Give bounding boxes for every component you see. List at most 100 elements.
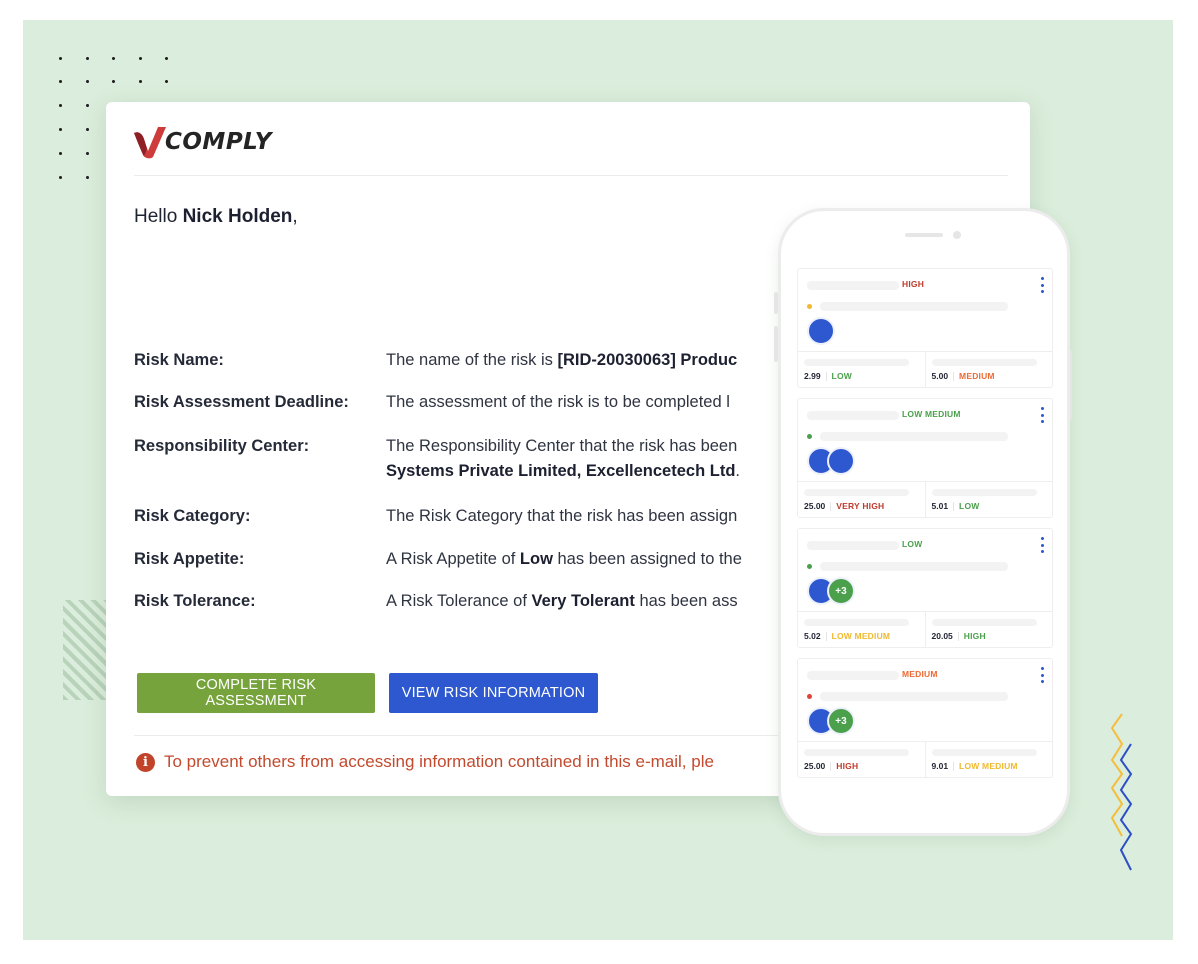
status-dot xyxy=(807,304,812,309)
risk-level-badge: MEDIUM xyxy=(902,669,938,679)
row-value: The Risk Category that the risk has been… xyxy=(386,507,738,525)
row-label: Risk Appetite: xyxy=(134,550,245,568)
placeholder-subtitle-bar xyxy=(820,302,1008,311)
metric-score: 9.01 xyxy=(931,761,949,771)
risk-card[interactable]: MEDIUM +3 25.00 HIGH 9.01 LOW MEDIUM xyxy=(797,658,1053,778)
row-assessment-deadline: Risk Assessment Deadline: The assessment… xyxy=(134,390,730,415)
decoration-dot xyxy=(59,176,62,179)
row-responsibility-center: Responsibility Center: The Responsibilit… xyxy=(134,434,740,484)
recipient-name: Nick Holden xyxy=(182,206,293,227)
decoration-dot xyxy=(86,176,89,179)
placeholder-subtitle-bar xyxy=(820,562,1008,571)
greeting: Hello Nick Holden, xyxy=(134,206,298,228)
row-risk-tolerance: Risk Tolerance: A Risk Tolerance of Very… xyxy=(134,589,738,614)
placeholder-bar xyxy=(804,359,909,366)
owner-avatars: +3 xyxy=(807,577,855,605)
header-divider xyxy=(134,175,1008,176)
metric-score: 25.00 xyxy=(804,501,826,511)
row-value: The Responsibility Center that the risk … xyxy=(386,437,740,480)
owner-avatars xyxy=(807,317,835,345)
info-icon: i xyxy=(136,752,155,772)
view-risk-information-button[interactable]: VIEW RISK INFORMATION xyxy=(389,673,598,713)
decoration-dot xyxy=(86,104,89,107)
metric-level: HIGH xyxy=(963,631,986,641)
owner-avatars xyxy=(807,447,855,475)
decoration-dot xyxy=(59,57,62,60)
placeholder-bar xyxy=(804,489,909,496)
more-owners-badge: +3 xyxy=(827,707,855,735)
risk-card[interactable]: HIGH 2.99 LOW 5.00 MEDIUM xyxy=(797,268,1053,388)
more-owners-badge: +3 xyxy=(827,577,855,605)
row-label: Risk Name: xyxy=(134,351,224,369)
risk-metric: 20.05 HIGH xyxy=(924,612,1053,648)
risk-level-badge: LOW MEDIUM xyxy=(902,409,961,419)
risk-card[interactable]: LOW +3 5.02 LOW MEDIUM 20.05 HIGH xyxy=(797,528,1053,648)
security-warning: i To prevent others from accessing infor… xyxy=(136,752,714,772)
more-options-icon[interactable] xyxy=(1039,407,1045,423)
placeholder-bar xyxy=(931,749,1037,756)
status-dot xyxy=(807,434,812,439)
decoration-dot xyxy=(139,80,142,83)
placeholder-bar xyxy=(931,489,1037,496)
metric-level: LOW xyxy=(959,501,980,511)
metric-level: LOW xyxy=(831,371,852,381)
placeholder-title-bar xyxy=(807,541,899,550)
row-value: The name of the risk is [RID-20030063] P… xyxy=(386,351,738,369)
more-options-icon[interactable] xyxy=(1039,277,1045,293)
risk-metric: 5.02 LOW MEDIUM xyxy=(798,612,925,648)
decoration-dot xyxy=(86,57,89,60)
zigzag-blue xyxy=(1119,743,1133,871)
owner-avatars: +3 xyxy=(807,707,855,735)
metric-level: MEDIUM xyxy=(959,371,995,381)
complete-risk-assessment-button[interactable]: COMPLETE RISK ASSESSMENT xyxy=(137,673,375,713)
risk-card[interactable]: LOW MEDIUM 25.00 VERY HIGH 5.01 LOW xyxy=(797,398,1053,518)
placeholder-title-bar xyxy=(807,671,899,680)
row-risk-category: Risk Category: The Risk Category that th… xyxy=(134,504,737,529)
more-options-icon[interactable] xyxy=(1039,667,1045,683)
metric-level: VERY HIGH xyxy=(836,501,885,511)
card-footer: 25.00 VERY HIGH 5.01 LOW xyxy=(798,481,1052,518)
risk-metric: 25.00 VERY HIGH xyxy=(798,482,925,518)
row-label: Responsibility Center: xyxy=(134,437,310,455)
phone-mockup: HIGH 2.99 LOW 5.00 MEDIUM LOW MEDIUM 25.… xyxy=(778,208,1070,836)
placeholder-bar xyxy=(804,619,909,626)
status-dot xyxy=(807,564,812,569)
metric-score: 2.99 xyxy=(804,371,821,381)
owner-avatar xyxy=(827,447,855,475)
status-dot xyxy=(807,694,812,699)
placeholder-bar xyxy=(931,619,1037,626)
risk-metric: 9.01 LOW MEDIUM xyxy=(924,742,1053,778)
row-label: Risk Category: xyxy=(134,507,251,525)
metric-separator xyxy=(830,761,832,771)
phone-camera xyxy=(953,231,961,239)
placeholder-title-bar xyxy=(807,281,899,290)
decoration-dot xyxy=(86,80,89,83)
placeholder-subtitle-bar xyxy=(820,692,1008,701)
metric-separator xyxy=(957,631,959,641)
risk-metric: 5.01 LOW xyxy=(924,482,1053,518)
metric-separator xyxy=(825,631,827,641)
more-options-icon[interactable] xyxy=(1039,537,1045,553)
metric-score: 5.00 xyxy=(931,371,949,381)
metric-separator xyxy=(953,371,955,381)
metric-score: 20.05 xyxy=(931,631,953,641)
metric-separator xyxy=(830,501,832,511)
risk-metric: 25.00 HIGH xyxy=(798,742,925,778)
row-risk-appetite: Risk Appetite: A Risk Appetite of Low ha… xyxy=(134,547,742,572)
zigzag-yellow xyxy=(1110,713,1124,837)
row-risk-name: Risk Name: The name of the risk is [RID-… xyxy=(134,348,737,373)
risk-level-badge: LOW xyxy=(902,539,923,549)
placeholder-bar xyxy=(931,359,1037,366)
metric-separator xyxy=(953,501,955,511)
logo-v-icon xyxy=(134,127,166,159)
card-footer: 5.02 LOW MEDIUM 20.05 HIGH xyxy=(798,611,1052,648)
decoration-dot xyxy=(86,128,89,131)
decoration-dot xyxy=(59,104,62,107)
row-label: Risk Assessment Deadline: xyxy=(134,393,349,411)
decoration-dot xyxy=(112,57,115,60)
zigzag-decoration xyxy=(1110,713,1133,871)
greeting-prefix: Hello xyxy=(134,206,183,227)
phone-speaker xyxy=(905,233,943,237)
decoration-dot xyxy=(112,80,115,83)
risk-metric: 2.99 LOW xyxy=(798,352,925,388)
